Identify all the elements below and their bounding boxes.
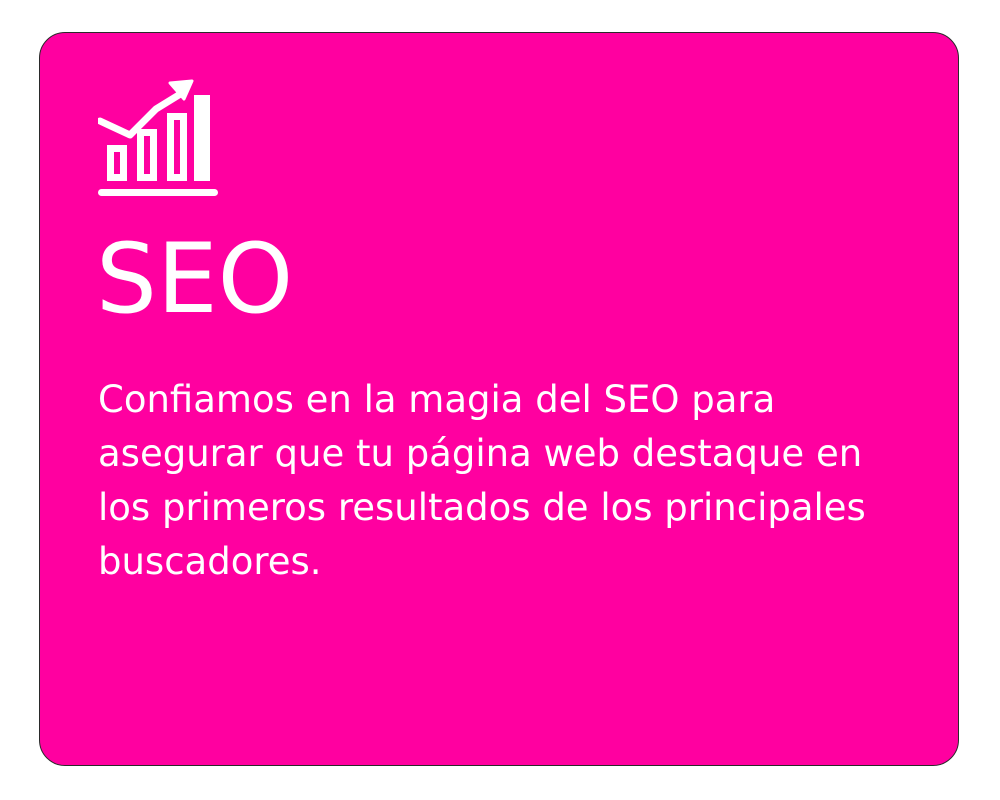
- bar-chart-trending-up-icon: [96, 79, 220, 201]
- seo-service-card: SEO Confiamos en la magia del SEO para a…: [39, 32, 959, 766]
- card-description: Confiamos en la magia del SEO para asegu…: [98, 378, 866, 583]
- card-title: SEO: [96, 223, 294, 335]
